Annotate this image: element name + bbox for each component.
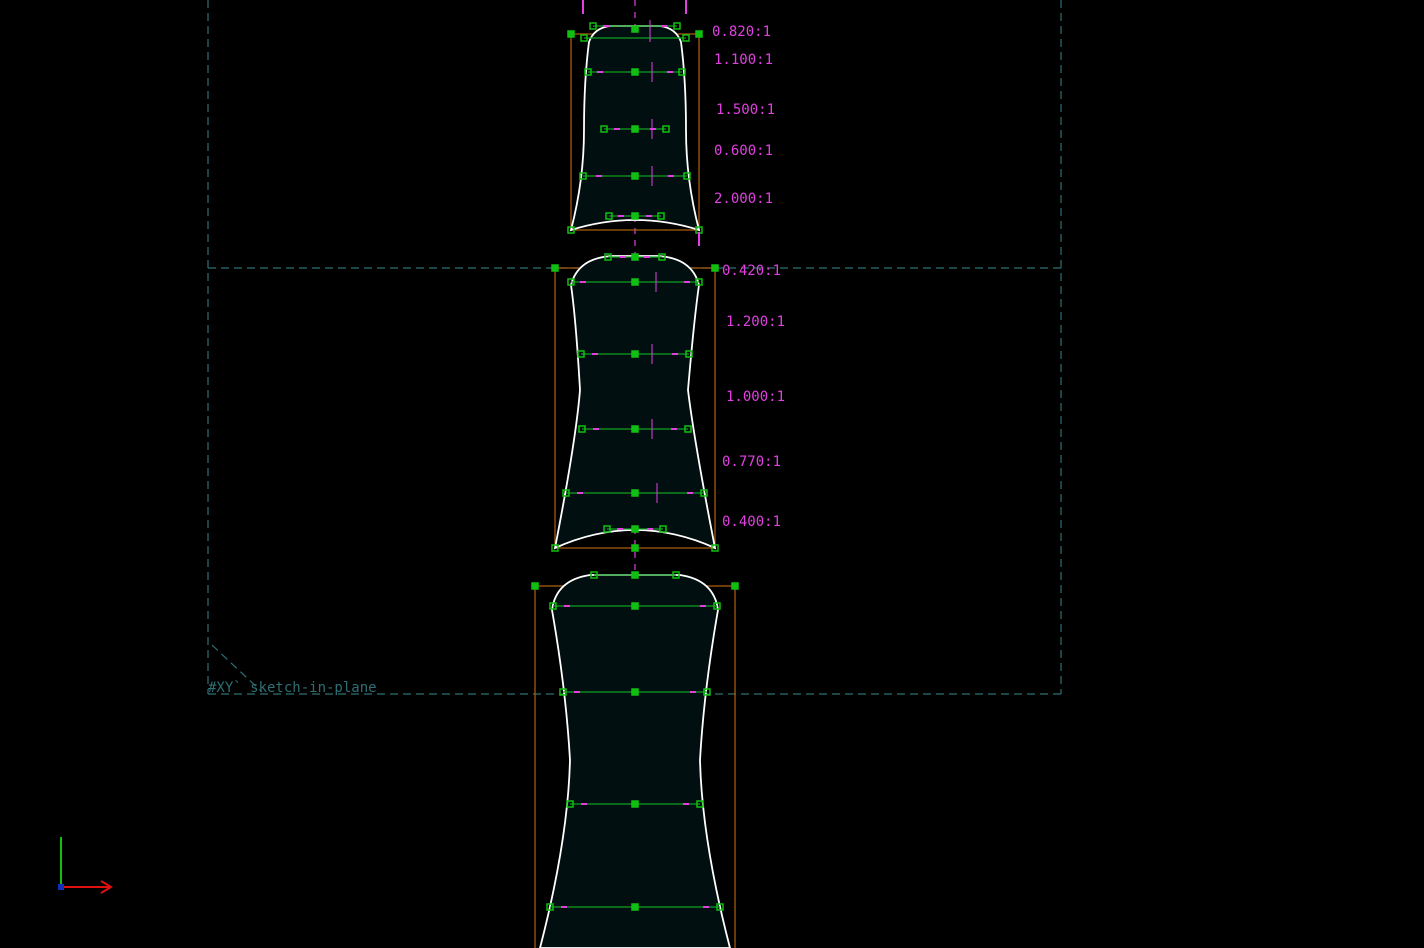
sketch-viewport[interactable]: #XY` sketch-in-plane 0.820:1 1.100:1 1.5…: [0, 0, 1424, 948]
ratio-label[interactable]: 1.200:1: [726, 314, 785, 330]
origin-marker: [58, 884, 64, 890]
plane-label[interactable]: #XY` sketch-in-plane: [208, 680, 377, 696]
ratio-label[interactable]: 0.770:1: [722, 454, 781, 470]
ratio-label[interactable]: 0.600:1: [714, 143, 773, 159]
segment-bottom[interactable]: [531, 571, 739, 948]
ratio-label[interactable]: 0.420:1: [722, 263, 781, 279]
ratio-label[interactable]: 0.820:1: [712, 24, 771, 40]
profile-outline[interactable]: [553, 255, 717, 550]
ratio-label[interactable]: 2.000:1: [714, 191, 773, 207]
segment-middle[interactable]: 0.420:1 1.200:1 1.000:1 0.770:1 0.400:1: [551, 253, 785, 552]
ratio-label[interactable]: 0.400:1: [722, 514, 781, 530]
profile-outline[interactable]: [539, 574, 731, 948]
axis-indicator: [58, 837, 113, 894]
ratio-label[interactable]: 1.000:1: [726, 389, 785, 405]
ratio-label[interactable]: 1.500:1: [716, 102, 775, 118]
ratio-label[interactable]: 1.100:1: [714, 52, 773, 68]
segment-top[interactable]: 0.820:1 1.100:1 1.500:1 0.600:1 2.000:1: [567, 0, 775, 246]
